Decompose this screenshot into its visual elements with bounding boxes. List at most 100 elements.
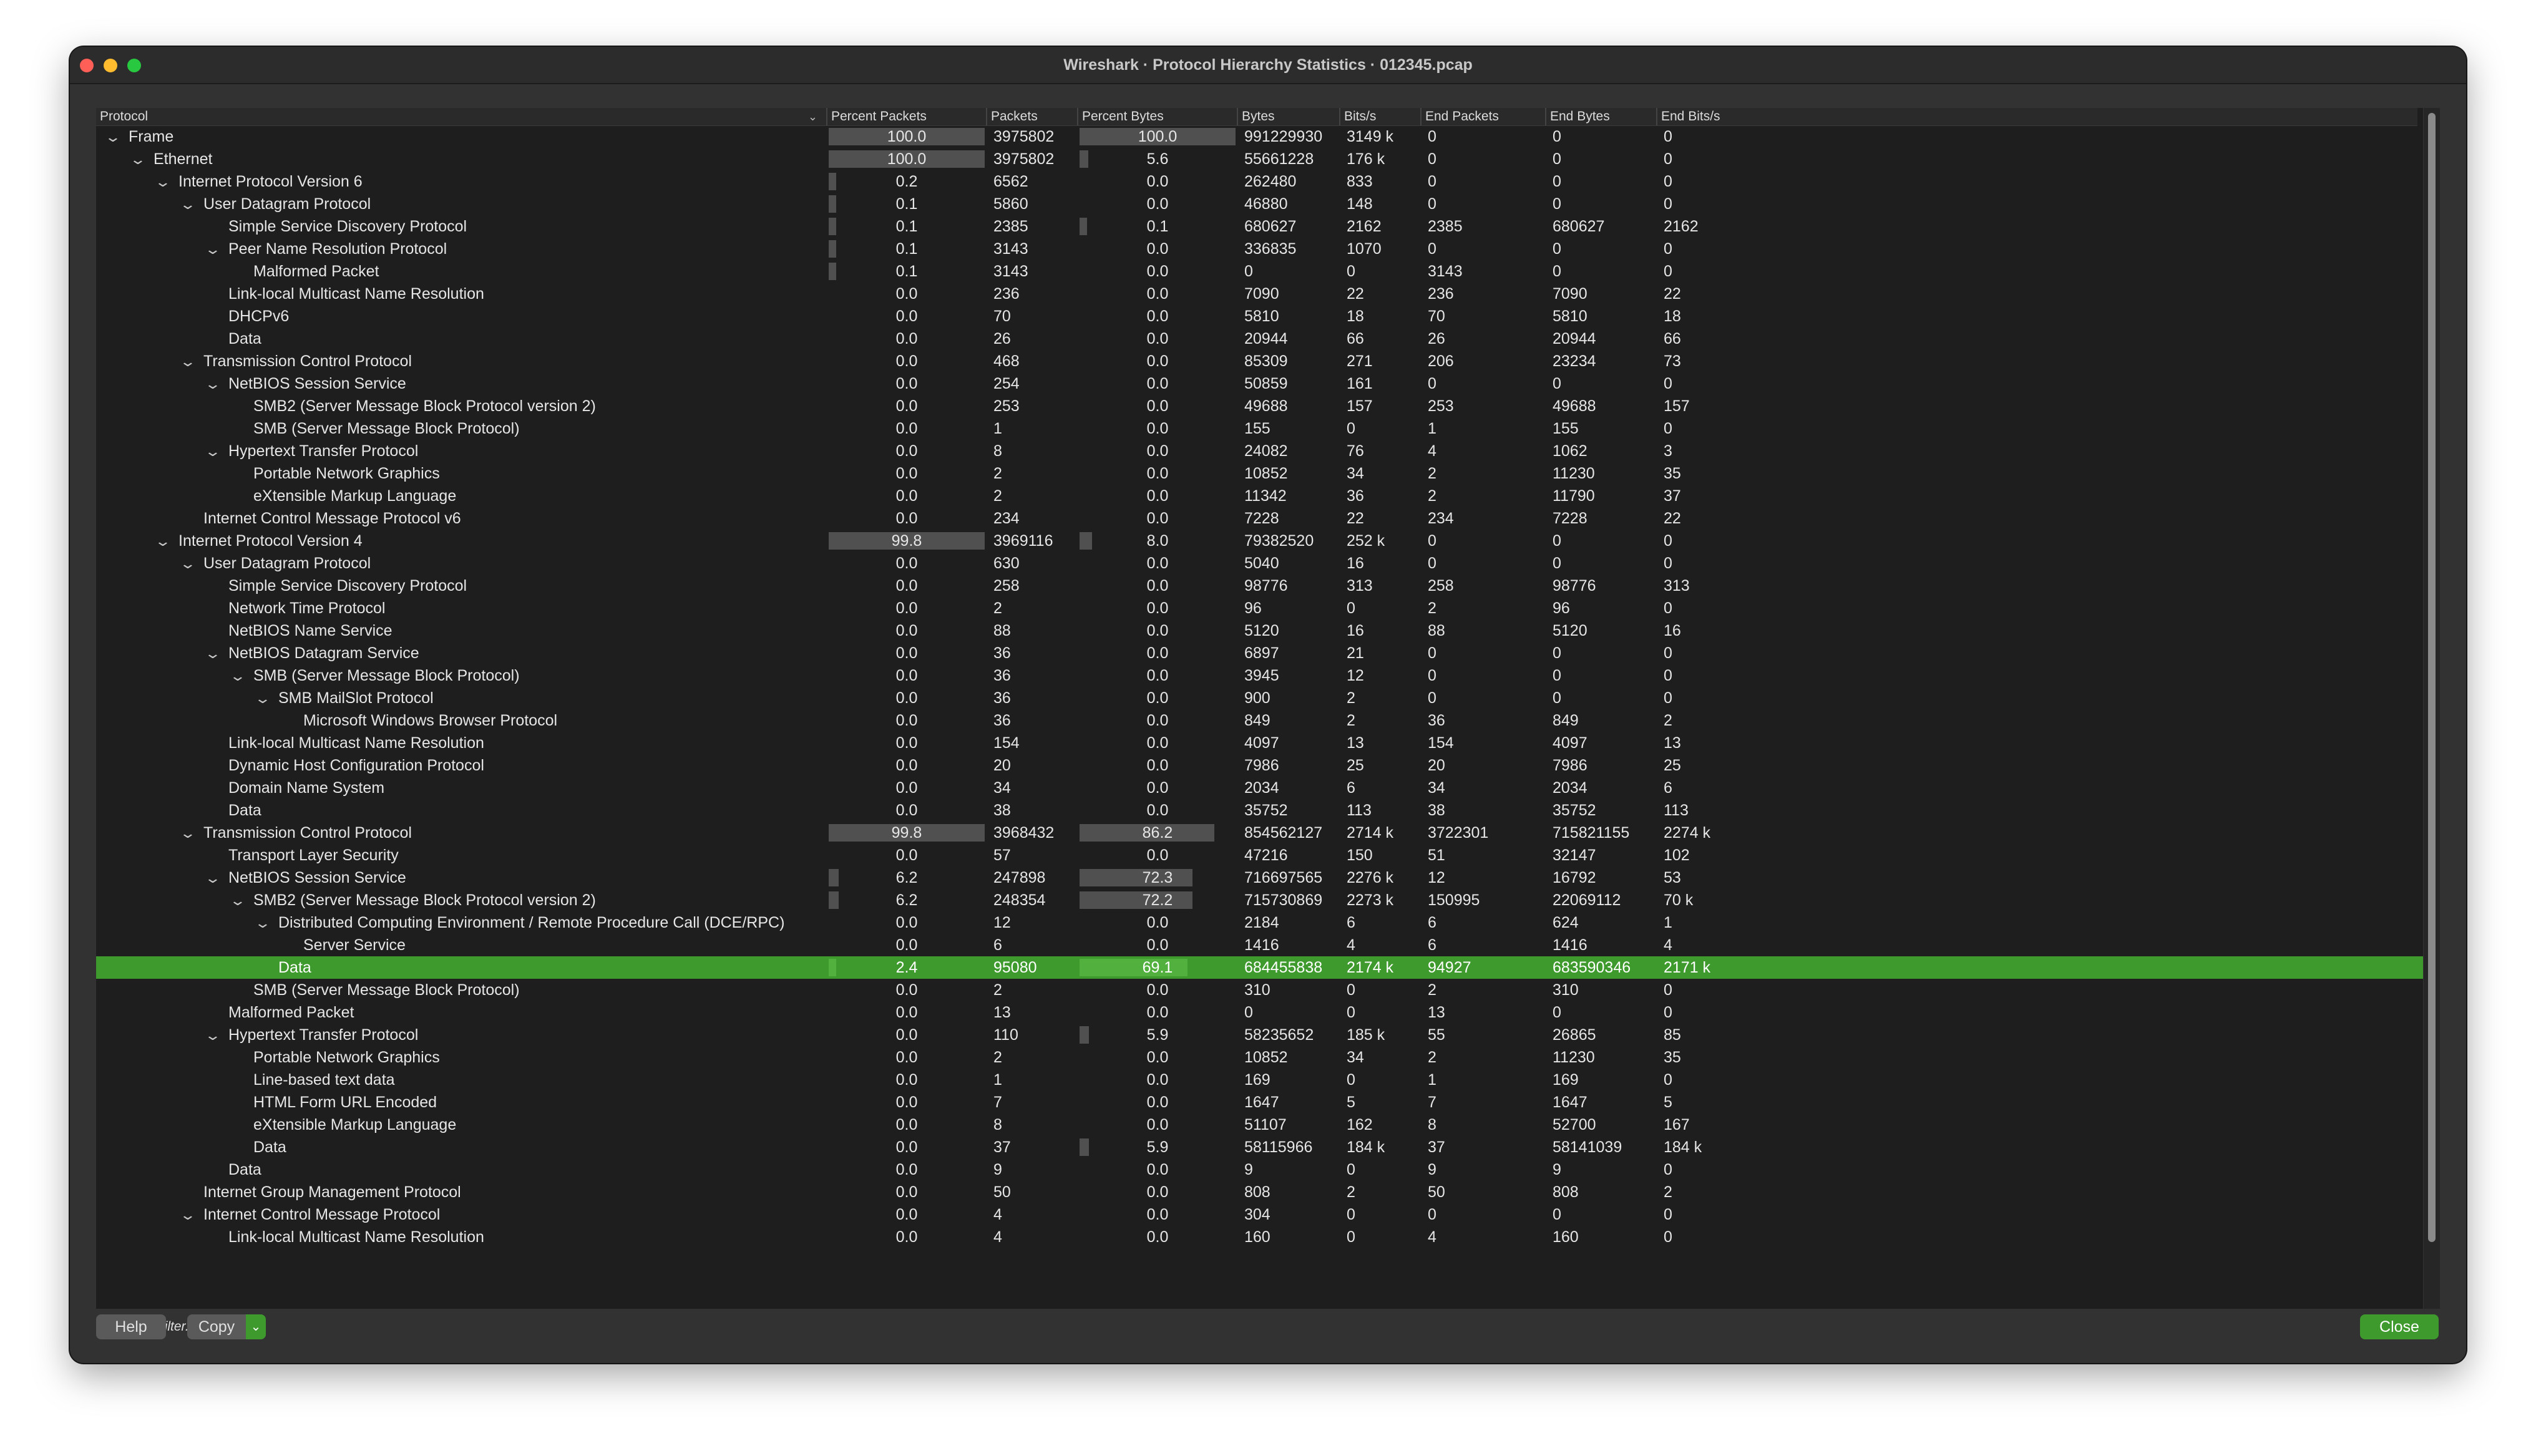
expand-chevron-icon[interactable]: ⌄ bbox=[224, 665, 252, 687]
protocol-row[interactable]: ⌄Data2.49508069.16844558382174 k94927683… bbox=[96, 956, 2424, 979]
bits-per-second-cell: 16 bbox=[1347, 622, 1364, 639]
protocol-row[interactable]: ⌄ Internet Protocol Version 6 0.2 6562 0.0 26… bbox=[96, 170, 2424, 193]
protocol-row[interactable]: ⌄ User Datagram Protocol 0.1 5860 0.0 46880 14… bbox=[96, 193, 2424, 215]
expand-chevron-icon[interactable]: ⌄ bbox=[249, 912, 277, 934]
packets-cell: 2 bbox=[993, 465, 1002, 482]
protocol-row[interactable]: ⌄ Internet Protocol Version 4 99.8 3969116 8… bbox=[96, 530, 2424, 552]
protocol-row[interactable]: ⌄DHCPv60.0700.058101870581018 bbox=[96, 305, 2424, 328]
bits-per-second-cell: 2714 k bbox=[1347, 824, 1394, 842]
col-end-packets-header[interactable]: End Packets bbox=[1420, 108, 1545, 125]
scrollbar-thumb[interactable] bbox=[2428, 113, 2436, 1242]
protocol-row[interactable]: ⌄Internet Control Message Protocol v60.0… bbox=[96, 507, 2424, 530]
protocol-row[interactable]: ⌄ Distributed Computing Environment / Rem… bbox=[96, 911, 2424, 934]
expand-chevron-icon[interactable]: ⌄ bbox=[199, 440, 227, 462]
protocol-row[interactable]: ⌄Simple Service Discovery Protocol0.1238… bbox=[96, 215, 2424, 238]
copy-button[interactable]: Copy bbox=[187, 1314, 246, 1339]
protocol-row[interactable]: ⌄ NetBIOS Session Service 0.0 254 0.0 50859 16… bbox=[96, 372, 2424, 395]
close-button[interactable]: Close bbox=[2360, 1314, 2439, 1339]
col-end-bytes-header[interactable]: End Bytes bbox=[1545, 108, 1656, 125]
col-end-bits-per-second-header[interactable]: End Bits/s bbox=[1656, 108, 1744, 125]
protocol-row[interactable]: ⌄ Transmission Control Protocol 99.8 396843… bbox=[96, 822, 2424, 844]
col-bits-per-second-header[interactable]: Bits/s bbox=[1339, 108, 1420, 125]
protocol-row[interactable]: ⌄ Transmission Control Protocol 0.0 468 0.0 8… bbox=[96, 350, 2424, 372]
protocol-row[interactable]: ⌄Dynamic Host Configuration Protocol0.02… bbox=[96, 754, 2424, 777]
vertical-scrollbar[interactable] bbox=[2423, 108, 2440, 1309]
percent-packets: 0.1 bbox=[829, 238, 985, 260]
protocol-row[interactable]: ⌄SMB (Server Message Block Protocol)0.01… bbox=[96, 417, 2424, 440]
protocol-row[interactable]: ⌄Data0.0375.958115966184 k3758141039184 … bbox=[96, 1136, 2424, 1158]
expand-chevron-icon[interactable]: ⌄ bbox=[199, 643, 227, 664]
expand-chevron-icon[interactable]: ⌄ bbox=[174, 193, 202, 215]
protocol-row[interactable]: ⌄ Hypertext Transfer Protocol 0.0 110 5.9 582… bbox=[96, 1024, 2424, 1046]
protocol-row[interactable]: ⌄ Internet Control Message Protocol 0.0 4 0.… bbox=[96, 1203, 2424, 1226]
percent-bytes: 0.0 bbox=[1080, 507, 1236, 530]
end-bits-per-second-cell: 0 bbox=[1664, 1206, 1672, 1223]
protocol-row[interactable]: ⌄eXtensible Markup Language0.020.0113423… bbox=[96, 485, 2424, 507]
protocol-row[interactable]: ⌄ NetBIOS Session Service 6.2 247898 72.3 716… bbox=[96, 866, 2424, 889]
expand-chevron-icon[interactable]: ⌄ bbox=[99, 126, 127, 148]
protocol-row[interactable]: ⌄Link-local Multicast Name Resolution0.0… bbox=[96, 732, 2424, 754]
protocol-row[interactable]: ⌄eXtensible Markup Language0.080.0511071… bbox=[96, 1114, 2424, 1136]
protocol-row[interactable]: ⌄Malformed Packet0.0130.0001300 bbox=[96, 1001, 2424, 1024]
expand-chevron-icon[interactable]: ⌄ bbox=[199, 867, 227, 889]
protocol-row[interactable]: ⌄Data0.0380.0357521133835752113 bbox=[96, 799, 2424, 822]
percent-packets-value: 0.0 bbox=[895, 1138, 918, 1156]
protocol-row[interactable]: ⌄Network Time Protocol0.020.09602960 bbox=[96, 597, 2424, 619]
protocol-row[interactable]: ⌄Link-local Multicast Name Resolution0.0… bbox=[96, 1226, 2424, 1248]
col-percent-packets-header[interactable]: Percent Packets bbox=[826, 108, 986, 125]
protocol-row[interactable]: ⌄ SMB (Server Message Block Protocol) 0.0 3… bbox=[96, 664, 2424, 687]
protocol-row[interactable]: ⌄HTML Form URL Encoded0.070.016475716475 bbox=[96, 1091, 2424, 1114]
end-bits-per-second-cell: 37 bbox=[1664, 487, 1681, 505]
percent-packets: 0.0 bbox=[829, 1001, 985, 1024]
end-packets-cell: 9 bbox=[1428, 1161, 1436, 1178]
col-protocol-header[interactable]: Protocol ⌄ bbox=[96, 108, 826, 125]
protocol-row[interactable]: ⌄NetBIOS Name Service0.0880.051201688512… bbox=[96, 619, 2424, 642]
expand-chevron-icon[interactable]: ⌄ bbox=[249, 687, 277, 709]
protocol-row[interactable]: ⌄ Peer Name Resolution Protocol 0.1 3143 0.0… bbox=[96, 238, 2424, 260]
protocol-row[interactable]: ⌄ User Datagram Protocol 0.0 630 0.0 5040 16 0 0… bbox=[96, 552, 2424, 575]
protocol-row[interactable]: ⌄ SMB MailSlot Protocol 0.0 36 0.0 900 2 0 0 0 bbox=[96, 687, 2424, 709]
protocol-row[interactable]: ⌄Data0.090.090990 bbox=[96, 1158, 2424, 1181]
copy-menu-button[interactable]: ⌄ bbox=[246, 1314, 266, 1339]
protocol-row[interactable]: ⌄SMB (Server Message Block Protocol)0.02… bbox=[96, 979, 2424, 1001]
expand-chevron-icon[interactable]: ⌄ bbox=[199, 238, 227, 260]
protocol-row[interactable]: ⌄Server Service0.060.014164614164 bbox=[96, 934, 2424, 956]
percent-packets-value: 0.0 bbox=[895, 599, 918, 617]
protocol-row[interactable]: ⌄Microsoft Windows Browser Protocol0.036… bbox=[96, 709, 2424, 732]
col-percent-bytes-header[interactable]: Percent Bytes bbox=[1077, 108, 1237, 125]
expand-chevron-icon[interactable]: ⌄ bbox=[149, 530, 177, 552]
percent-bytes: 0.0 bbox=[1080, 372, 1236, 395]
protocol-row[interactable]: ⌄Transport Layer Security0.0570.04721615… bbox=[96, 844, 2424, 866]
help-button[interactable]: Help bbox=[96, 1314, 166, 1339]
bytes-cell: 55661228 bbox=[1244, 150, 1314, 168]
protocol-row[interactable]: ⌄Link-local Multicast Name Resolution0.0… bbox=[96, 283, 2424, 305]
percent-bytes-value: 0.0 bbox=[1146, 802, 1169, 819]
expand-chevron-icon[interactable]: ⌄ bbox=[174, 553, 202, 575]
protocol-row[interactable]: ⌄ NetBIOS Datagram Service 0.0 36 0.0 6897 21 0… bbox=[96, 642, 2424, 664]
expand-chevron-icon[interactable]: ⌄ bbox=[199, 373, 227, 395]
protocol-row[interactable]: ⌄ Hypertext Transfer Protocol 0.0 8 0.0 24082… bbox=[96, 440, 2424, 462]
expand-chevron-icon[interactable]: ⌄ bbox=[124, 148, 152, 170]
protocol-tree[interactable]: Protocol ⌄ Percent Packets Packets Percent B… bbox=[96, 108, 2440, 1309]
protocol-row[interactable]: ⌄ Frame 100.0 3975802 100.0 991229930 3149 k 0 0… bbox=[96, 125, 2424, 148]
bits-per-second-cell: 16 bbox=[1347, 555, 1364, 572]
expand-chevron-icon[interactable]: ⌄ bbox=[174, 1204, 202, 1226]
expand-chevron-icon[interactable]: ⌄ bbox=[174, 351, 202, 372]
protocol-row[interactable]: ⌄Internet Group Management Protocol0.050… bbox=[96, 1181, 2424, 1203]
protocol-row[interactable]: ⌄Line-based text data0.010.0169011690 bbox=[96, 1069, 2424, 1091]
protocol-row[interactable]: ⌄Data0.0260.02094466262094466 bbox=[96, 328, 2424, 350]
expand-chevron-icon[interactable]: ⌄ bbox=[149, 171, 177, 193]
protocol-row[interactable]: ⌄Malformed Packet0.131430.000314300 bbox=[96, 260, 2424, 283]
protocol-row[interactable]: ⌄Domain Name System0.0340.0203463420346 bbox=[96, 777, 2424, 799]
protocol-row[interactable]: ⌄Portable Network Graphics0.020.01085234… bbox=[96, 1046, 2424, 1069]
protocol-row[interactable]: ⌄ Ethernet 100.0 3975802 5.6 55661228 176 k 0 0 0 bbox=[96, 148, 2424, 170]
protocol-row[interactable]: ⌄Simple Service Discovery Protocol0.0258… bbox=[96, 575, 2424, 597]
protocol-row[interactable]: ⌄SMB2 (Server Message Block Protocol ver… bbox=[96, 395, 2424, 417]
col-bytes-header[interactable]: Bytes bbox=[1237, 108, 1339, 125]
protocol-row[interactable]: ⌄SMB2 (Server Message Block Protocol ver… bbox=[96, 889, 2424, 911]
col-packets-header[interactable]: Packets bbox=[986, 108, 1077, 125]
protocol-row[interactable]: ⌄Portable Network Graphics0.020.01085234… bbox=[96, 462, 2424, 485]
expand-chevron-icon[interactable]: ⌄ bbox=[199, 1024, 227, 1046]
expand-chevron-icon[interactable]: ⌄ bbox=[174, 822, 202, 844]
expand-chevron-icon[interactable]: ⌄ bbox=[224, 890, 252, 911]
